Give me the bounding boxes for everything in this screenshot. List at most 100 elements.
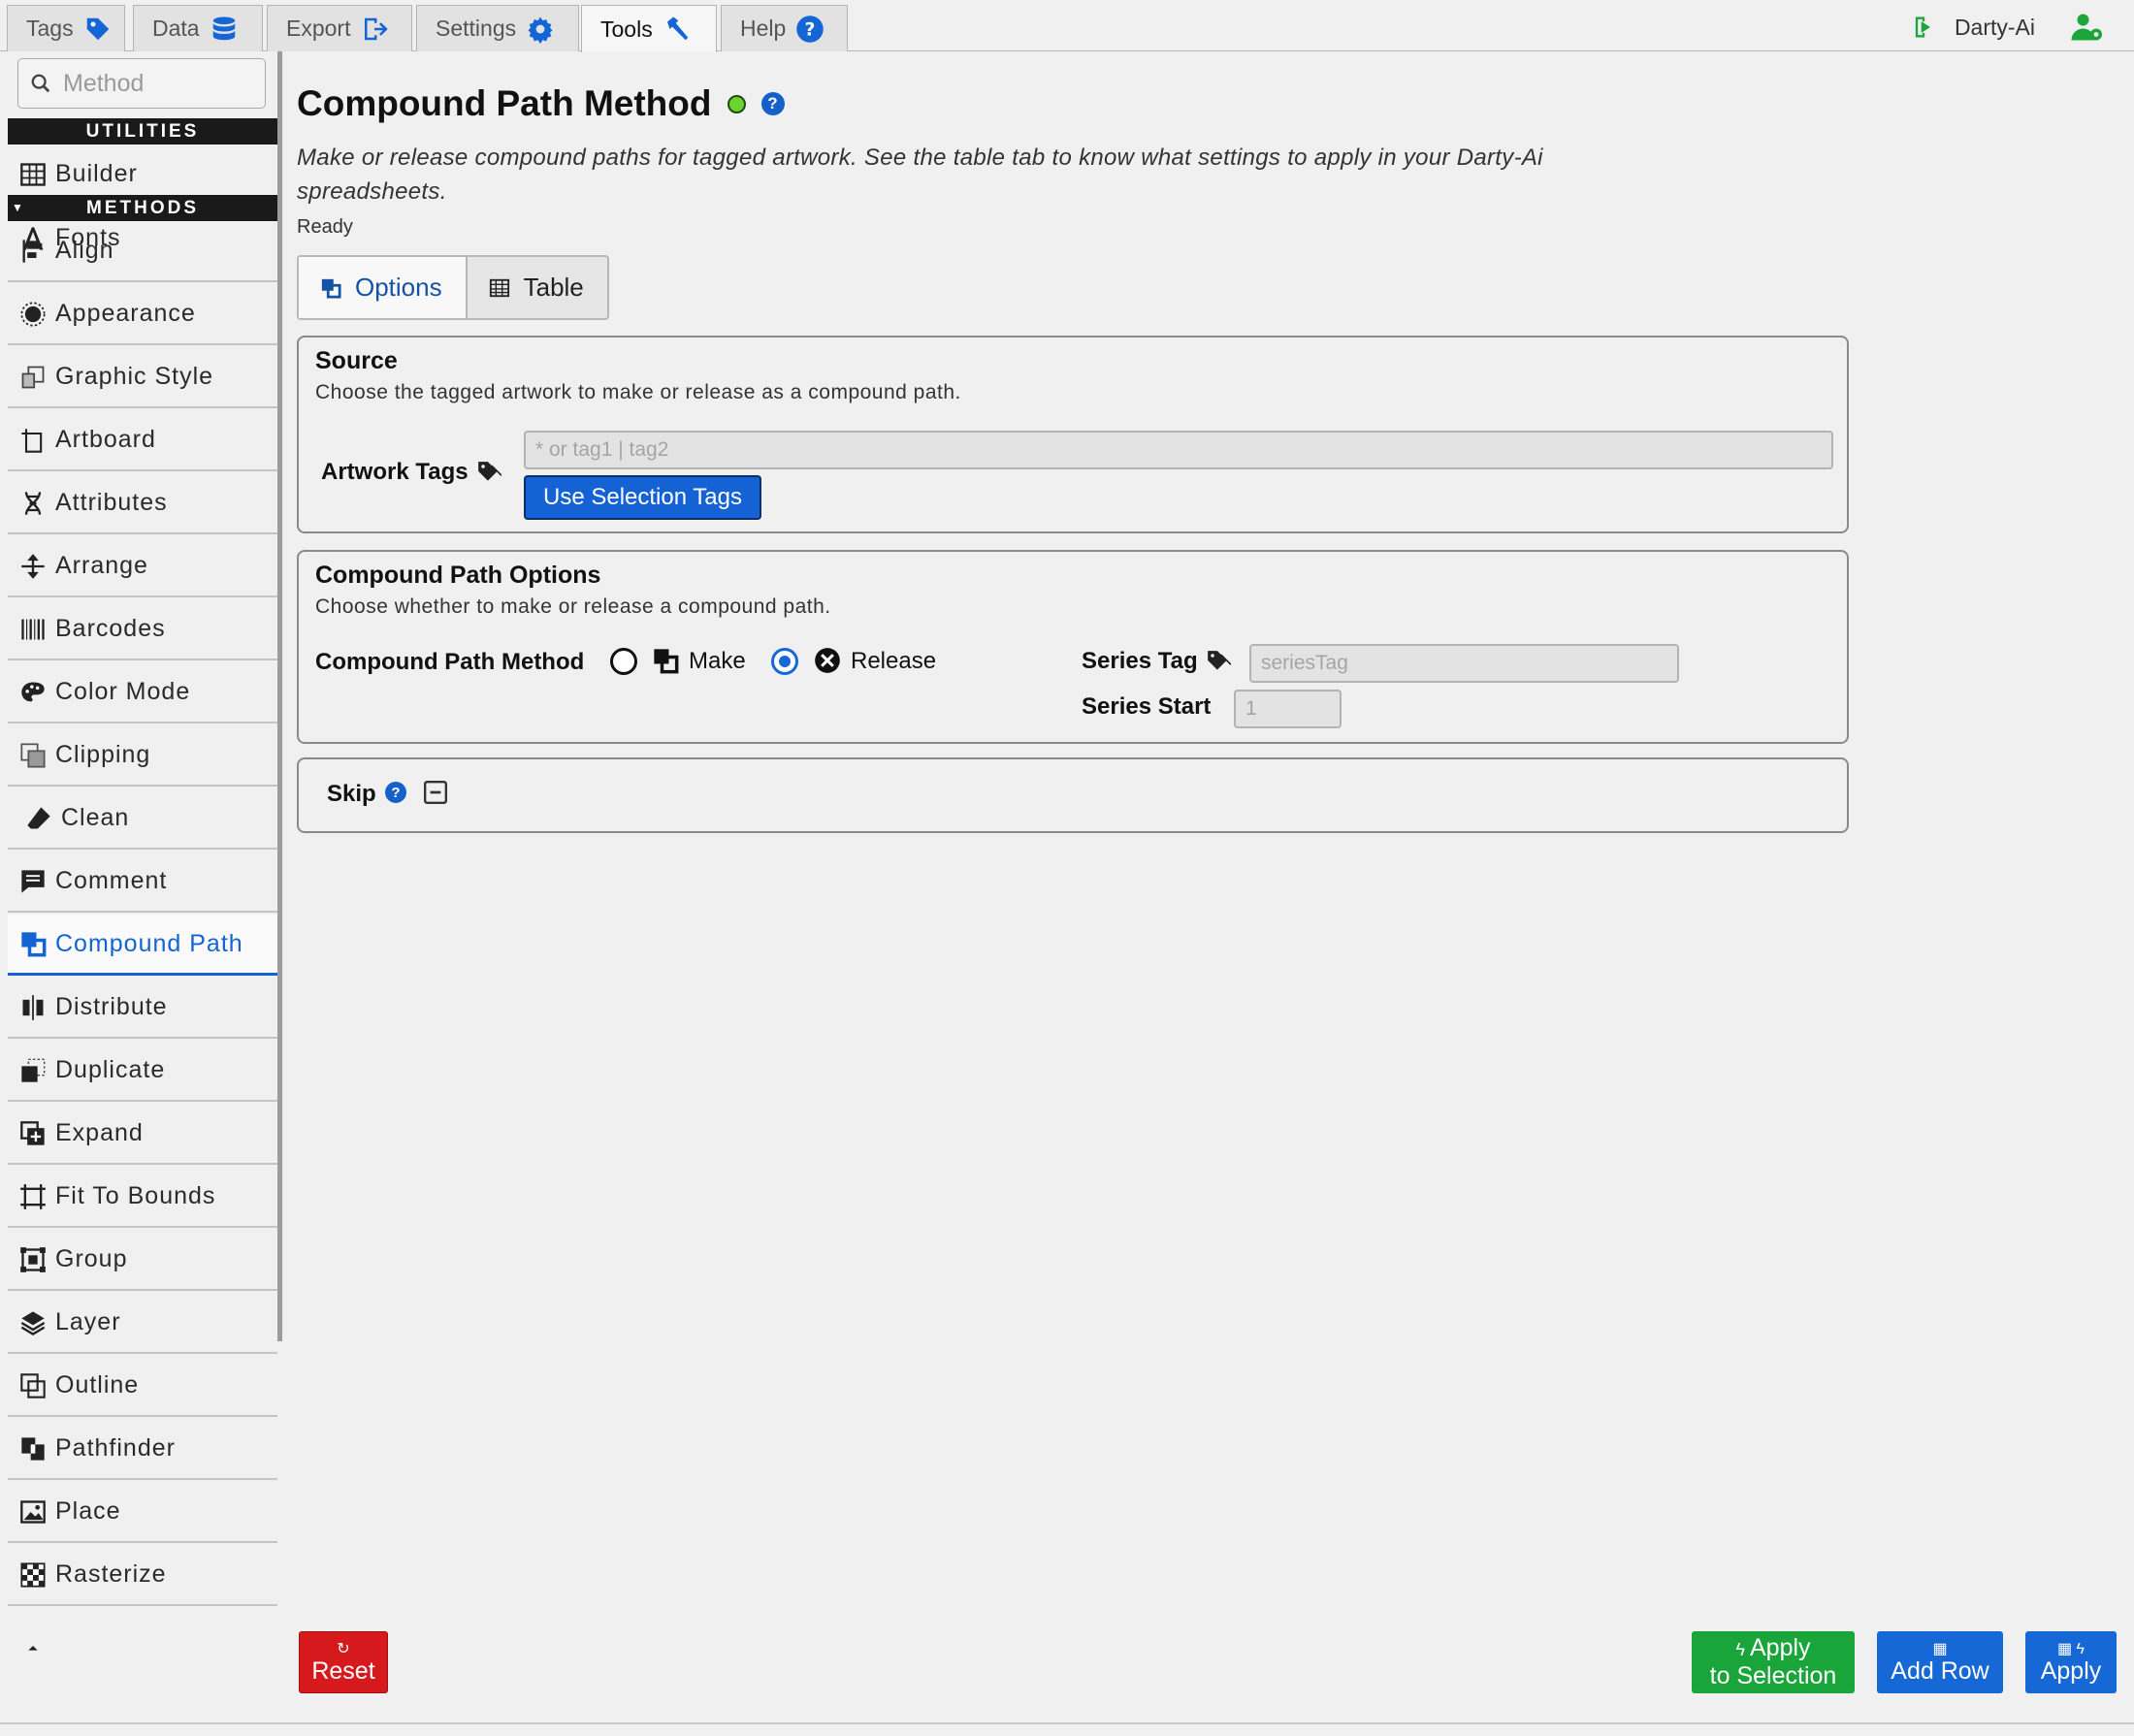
sidebar-item-color-mode[interactable]: Color Mode [8,662,277,723]
sidebar-item-label: Appearance [55,300,196,327]
artboard-icon [21,428,43,453]
sidebar-item-comment[interactable]: Comment [8,852,277,913]
apply-button[interactable]: ▦ ϟ Apply [2025,1631,2117,1693]
expand-icon [20,1120,45,1145]
sidebar-item-label: Arrange [55,552,148,579]
sidebar-scrollbar[interactable] [277,51,282,1341]
tab-help[interactable]: Help ? [721,5,848,51]
sidebar-item-expand[interactable]: Expand [8,1104,277,1165]
method-label: Compound Path Method [315,649,585,675]
distribute-icon [22,994,44,1020]
series-tag-input[interactable] [1249,644,1679,683]
sidebar-item-pathfinder[interactable]: Pathfinder [8,1419,277,1480]
skip-help-icon[interactable]: ? [385,782,406,803]
image-icon [20,1499,46,1524]
options-title: Compound Path Options [315,562,601,589]
radio-make[interactable] [610,648,637,675]
tab-tools-label: Tools [600,16,653,42]
tab-export[interactable]: Export [267,5,412,51]
sidebar-item-label: Layer [55,1308,121,1335]
sidebar-item-label: Graphic Style [55,363,214,390]
compound-path-options-panel: Compound Path Options Choose whether to … [297,550,1849,744]
tab-settings-label: Settings [436,16,517,41]
table-icon [489,278,509,297]
user-area: Darty-Ai [1910,10,2105,45]
sidebar-item-artboard[interactable]: Artboard [8,410,277,471]
login-icon[interactable] [1910,14,1937,41]
align-icon [22,239,43,263]
sidebar-item-align[interactable]: Align [8,221,277,282]
sidebar-item-barcodes[interactable]: Barcodes [8,599,277,660]
sidebar-item-label: Attributes [55,489,168,516]
method-description: Make or release compound paths for tagge… [297,145,1543,205]
sidebar-item-label: Group [55,1245,128,1272]
top-tab-bar: Tags Data Export Settings Tools Help ? D… [0,0,2134,52]
collapse-icon[interactable] [423,780,448,805]
tab-tools[interactable]: Tools [581,5,717,52]
utilities-heading: UTILITIES [8,118,277,145]
reset-button[interactable]: ↻ Reset [299,1631,388,1693]
help-icon[interactable]: ? [760,92,785,115]
apply-to-selection-button[interactable]: ϟ Apply to Selection [1692,1631,1855,1693]
method-sidebar: UTILITIES Builder Fonts ▼METHODS Align A… [8,51,277,1736]
release-label: Release [851,648,937,674]
source-panel: Source Choose the tagged artwork to make… [297,336,1849,533]
sidebar-item-label: Barcodes [55,615,166,642]
sidebar-item-compound-path[interactable]: Compound Path [8,915,277,976]
help-icon: ? [796,15,824,43]
sidebar-item-layer[interactable]: Layer [8,1293,277,1354]
sidebar-item-label: Color Mode [55,678,191,705]
sidebar-item-distribute[interactable]: Distribute [8,978,277,1039]
sidebar-item-graphic-style[interactable]: Graphic Style [8,347,277,408]
graphic-style-icon [21,366,45,388]
sidebar-item-label: Fit To Bounds [55,1182,216,1209]
sidebar-item-clipping[interactable]: Clipping [8,725,277,787]
appearance-icon [20,301,46,327]
sidebar-item-duplicate[interactable]: Duplicate [8,1041,277,1102]
sidebar-item-place[interactable]: Place [8,1482,277,1543]
tab-table-label: Table [523,273,584,302]
fit-bounds-icon [20,1183,46,1209]
tab-data-label: Data [152,16,200,41]
use-selection-tags-button[interactable]: Use Selection Tags [524,475,761,520]
add-row-button[interactable]: ▦ Add Row [1877,1631,2003,1693]
sidebar-item-label: Clipping [55,741,151,768]
sidebar-item-fit-to-bounds[interactable]: Fit To Bounds [8,1167,277,1228]
sidebar-item-appearance[interactable]: Appearance [8,284,277,345]
sidebar-item-group[interactable]: Group [8,1230,277,1291]
radio-release[interactable] [771,648,798,675]
eraser-icon [27,806,50,828]
series-start-input[interactable] [1234,690,1342,728]
gear-icon [528,16,553,44]
tab-tags[interactable]: Tags [7,5,125,51]
compound-path-icon [21,932,47,957]
sidebar-item-clean[interactable]: Clean [8,788,277,850]
sidebar-item-arrange[interactable]: Arrange [8,536,277,597]
artwork-tags-input[interactable] [524,431,1833,469]
tab-settings[interactable]: Settings [416,5,579,51]
tab-data[interactable]: Data [133,5,263,51]
release-x-icon [815,648,840,673]
method-search-input[interactable] [63,69,257,98]
pathfinder-icon [21,1436,45,1461]
method-search[interactable] [17,58,266,109]
partial-icon [28,1645,38,1651]
sidebar-item-attributes[interactable]: Attributes [8,473,277,534]
tab-options[interactable]: Options [299,257,468,318]
sidebar-item-rasterize[interactable]: Rasterize [8,1545,277,1606]
reset-label: Reset [311,1656,375,1685]
options-subtitle: Choose whether to make or release a comp… [315,595,831,618]
reset-icon: ↻ [337,1640,350,1657]
arrange-icon [21,553,45,579]
hammer-icon [666,16,688,41]
methods-heading[interactable]: ▼ METHODS [8,195,277,221]
sidebar-item-outline[interactable]: Outline [8,1356,277,1417]
tab-table[interactable]: Table [468,257,607,318]
make-label: Make [689,648,746,674]
sidebar-item-label: Compound Path [55,929,243,957]
sidebar-item-label: Place [55,1497,121,1525]
user-settings-icon[interactable] [2070,10,2105,45]
apply-label: Apply [2040,1656,2102,1685]
tab-export-label: Export [286,16,351,41]
sidebar-item-label: Align [55,237,114,264]
